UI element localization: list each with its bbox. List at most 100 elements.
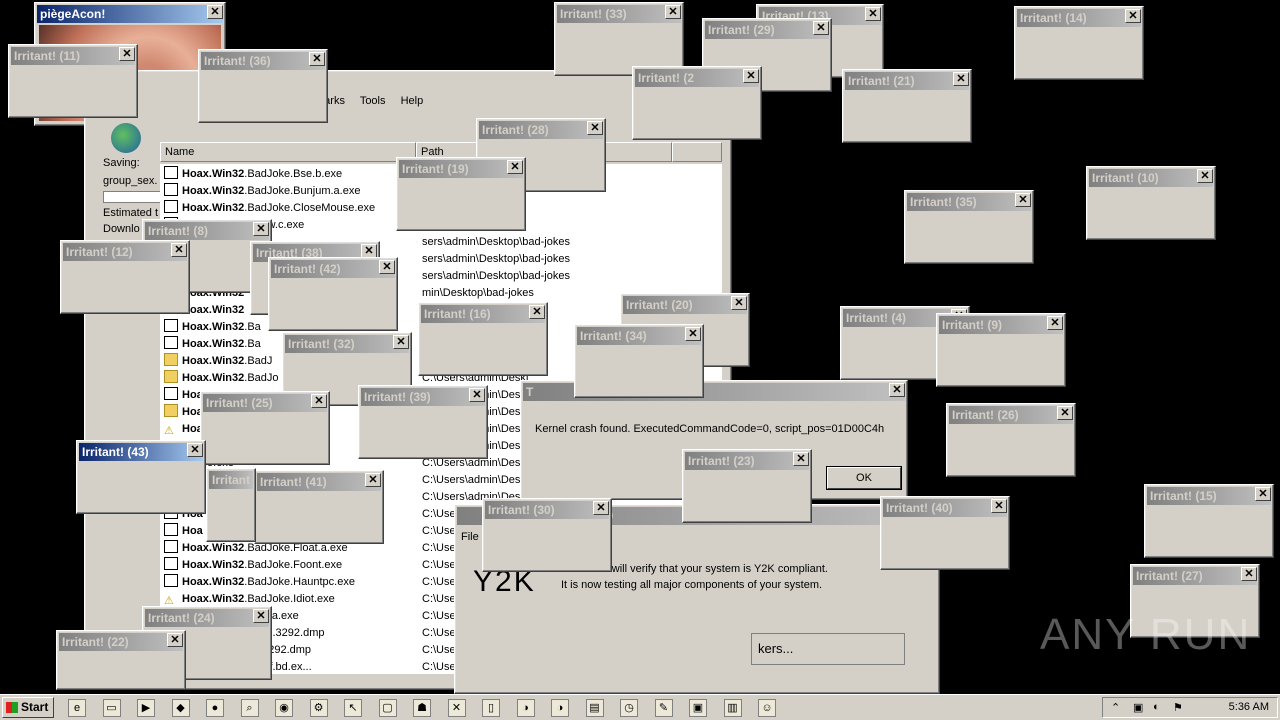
close-icon[interactable]: ✕ — [507, 160, 523, 174]
irritant-titlebar[interactable]: Irritant! (24) — [145, 609, 269, 627]
close-icon[interactable]: ✕ — [587, 121, 603, 135]
close-icon[interactable]: ✕ — [1047, 316, 1063, 330]
irritant-titlebar[interactable]: Irritant! (25) — [203, 394, 327, 412]
irritant-titlebar[interactable]: Irritant! (21) — [845, 72, 969, 90]
irritant-titlebar[interactable]: Irritant! (33) — [557, 5, 681, 23]
irritant-titlebar[interactable]: Irritant! (27) — [1133, 567, 1257, 585]
file-row[interactable]: Hoax.Win32.BadJoke.Bunjum.a.exe — [160, 183, 360, 200]
piege-titlebar[interactable]: piègeAcon! — [37, 5, 223, 23]
file-row[interactable]: Hoax.Win32.BadJo C:\Users\admin\Deskt — [160, 370, 529, 387]
file-row[interactable]: Hoax.Win32.BadJ — [160, 353, 272, 370]
close-icon[interactable]: ✕ — [1241, 567, 1257, 581]
irritant-titlebar[interactable]: Irritant! (15) — [1147, 487, 1271, 505]
start-button[interactable]: Start — [2, 697, 54, 718]
close-icon[interactable]: ✕ — [731, 296, 747, 310]
irritant-titlebar[interactable]: Irritant! (14) — [1017, 9, 1141, 27]
irritant-window[interactable]: Irritant! (22) ✕ — [56, 630, 186, 690]
menu-item-tools[interactable]: Tools — [360, 95, 386, 107]
irritant-titlebar[interactable]: Irritant! (23) — [685, 452, 809, 470]
irritant-titlebar[interactable]: Irritant! (41) — [257, 473, 381, 491]
irritant-titlebar[interactable]: Irritant! (10) — [1089, 169, 1213, 187]
ghost-icon[interactable]: ☗ — [413, 699, 431, 717]
irritant-window[interactable]: Irritant! (11) ✕ — [8, 44, 138, 118]
close-icon[interactable]: ✕ — [379, 260, 395, 274]
irritant-window[interactable]: Irritant! (34) ✕ — [574, 324, 704, 398]
irritant-window[interactable]: Irritant! (9) ✕ — [936, 313, 1066, 387]
close-icon[interactable]: ✕ — [685, 327, 701, 341]
toolbar-icon[interactable]: ▤ — [585, 699, 604, 717]
irritant-titlebar[interactable]: Irritant! (29) — [705, 21, 829, 39]
irritant-titlebar[interactable]: Irritant! (11) — [11, 47, 135, 65]
irritant-window[interactable]: Irritant! (2 ✕ — [632, 66, 762, 140]
irritant-titlebar[interactable]: Irritant! (19) — [399, 160, 523, 178]
close-icon[interactable]: ✕ — [865, 7, 881, 21]
file-row[interactable]: Hoax.Win32.BadJoke.Hauntpc.exe C:\Use — [160, 574, 456, 591]
close-icon[interactable]: ✕ — [171, 243, 187, 257]
close-icon[interactable]: ✕ — [311, 394, 327, 408]
irritant-window[interactable]: Irritant! (33) ✕ — [554, 2, 684, 76]
menu-item-help[interactable]: Help — [401, 95, 424, 107]
irritant-titlebar[interactable]: Irritant! (16) — [421, 305, 545, 323]
close-icon[interactable]: ✕ — [1197, 169, 1213, 183]
irritant-window[interactable]: Irritant! (19) ✕ — [396, 157, 526, 231]
close-icon[interactable]: ✕ — [1255, 487, 1271, 501]
file-row[interactable]: Hoax.Win32.BadJoke.Bse.b.exe — [160, 166, 342, 183]
close-icon[interactable]: ✕ — [393, 335, 409, 349]
irritant-titlebar[interactable]: Irritant! (8) — [145, 222, 269, 240]
close-icon[interactable]: ✕ — [991, 499, 1007, 513]
column-extra[interactable] — [672, 142, 722, 162]
close-icon[interactable]: ✕ — [207, 5, 223, 19]
irritant-titlebar[interactable]: Irritant! (42) — [271, 260, 395, 278]
irritant-window[interactable]: Irritant! (10) ✕ — [1086, 166, 1216, 240]
irritant-titlebar[interactable]: Irritant! (9) — [939, 316, 1063, 334]
close-icon[interactable]: ✕ — [167, 633, 183, 647]
file-row[interactable]: HoaC:\Users\admin\Desk — [160, 387, 526, 404]
close-icon[interactable]: ✕ — [813, 21, 829, 35]
window-icon[interactable]: ▢ — [378, 699, 397, 717]
irritant-window[interactable]: Irritant! (35) ✕ — [904, 190, 1034, 264]
close-icon[interactable]: ✕ — [253, 609, 269, 623]
smiley-icon[interactable]: ☺ — [758, 699, 776, 717]
close-icon[interactable]: ✕ — [665, 5, 681, 19]
irritant-titlebar[interactable]: Irritant! (32) — [285, 335, 409, 353]
gift-icon[interactable]: ▣ — [689, 699, 707, 717]
close-icon[interactable]: ✕ — [1015, 193, 1031, 207]
tray-arrow-icon[interactable]: ⌃ — [1111, 701, 1120, 714]
irritant-titlebar[interactable]: Irritant! (35) — [907, 193, 1031, 211]
ie-icon[interactable]: e — [68, 699, 86, 717]
irritant-titlebar[interactable]: Irritant! (36) — [201, 52, 325, 70]
irritant-window[interactable]: Irritant! (36) ✕ — [198, 49, 328, 123]
file-row[interactable]: HoaC:\Users\admin\Desk — [160, 404, 526, 421]
file-row[interactable]: Hoax.Win32.BadJoke.CloseMouse.exeop\bad-… — [160, 200, 485, 217]
irritant-titlebar[interactable]: Irritant! (26) — [949, 406, 1073, 424]
y2k-menu-file[interactable]: File — [461, 531, 479, 543]
column-name[interactable]: Name — [160, 142, 416, 162]
file-row[interactable]: Hoax.Win32.BadJoke.Foont.exe C:\Use — [160, 557, 456, 574]
irritant-window[interactable]: Irritant! (14) ✕ — [1014, 6, 1144, 80]
close-icon[interactable]: ✕ — [593, 501, 609, 515]
irritant-window[interactable]: Irritant! (43) ✕ — [76, 440, 206, 514]
flag-icon[interactable]: ⚑ — [1173, 701, 1183, 714]
ok-button[interactable]: OK — [826, 466, 902, 490]
book-icon[interactable]: ▥ — [723, 699, 742, 717]
folder-icon[interactable]: ▭ — [102, 699, 121, 717]
doc-icon[interactable]: ▯ — [482, 699, 500, 717]
clock-icon[interactable]: ◷ — [620, 699, 638, 717]
file-row[interactable]: Hoax.Win32.Ba — [160, 319, 261, 336]
irritant-window[interactable]: Irritant! (40) ✕ — [880, 496, 1010, 570]
irritant-titlebar[interactable]: Irritant — [209, 471, 253, 489]
irritant-window[interactable]: Irritant! (39) ✕ — [358, 385, 488, 459]
close-icon[interactable]: ✕ — [1125, 9, 1141, 23]
irritant-titlebar[interactable]: Irritant! (20) — [623, 296, 747, 314]
irritant-window[interactable]: Irritant! (26) ✕ — [946, 403, 1076, 477]
checkers-button[interactable]: kers... — [751, 633, 905, 665]
irritant-titlebar[interactable]: Irritant! (39) — [361, 388, 485, 406]
close-icon[interactable]: ✕ — [529, 305, 545, 319]
eye-icon[interactable]: ◉ — [275, 699, 293, 717]
close-icon[interactable]: ✕ — [119, 47, 135, 61]
file-row[interactable]: Hoa C:\Use — [160, 523, 456, 540]
irritant-titlebar[interactable]: Irritant! (30) — [485, 501, 609, 519]
app-icon[interactable]: ◆ — [171, 699, 190, 717]
irritant-titlebar[interactable]: Irritant! (22) — [59, 633, 183, 651]
close-icon[interactable]: ✕ — [361, 244, 377, 258]
